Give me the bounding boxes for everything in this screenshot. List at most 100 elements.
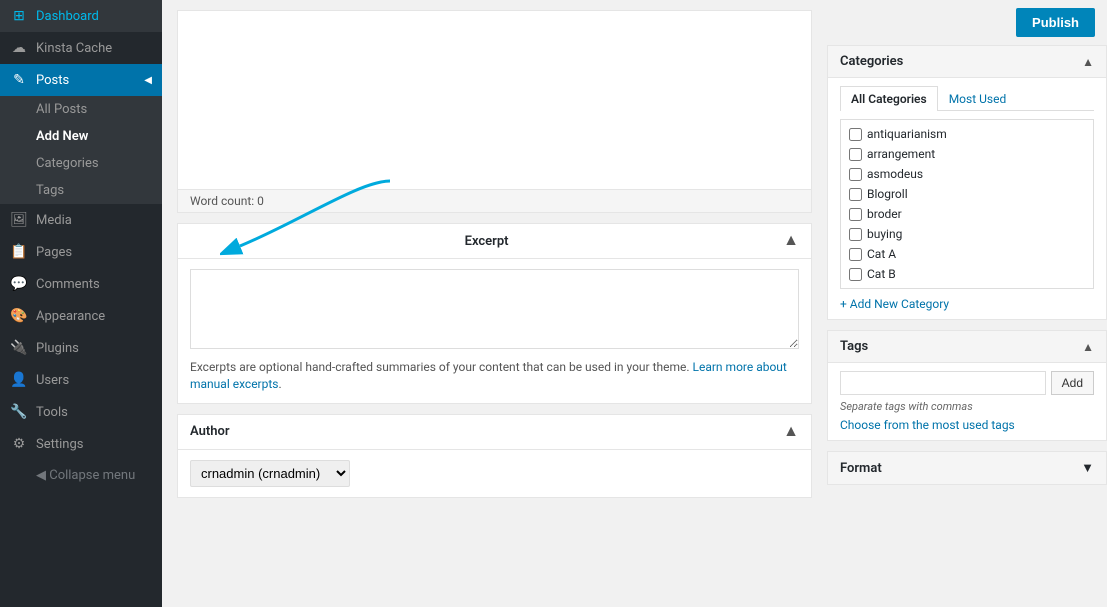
posts-submenu: All Posts Add New Categories Tags	[0, 96, 162, 204]
word-count-bar: Word count: 0	[177, 190, 812, 213]
categories-panel: Categories ▲ All Categories Most Used an…	[827, 45, 1107, 320]
sidebar-item-media[interactable]: 🖼 Media	[0, 204, 162, 236]
category-checkbox-broder[interactable]	[849, 208, 862, 221]
sidebar-item-tools[interactable]: 🔧 Tools	[0, 396, 162, 428]
comments-icon: 💬	[10, 276, 28, 292]
format-header: Format ▼	[827, 451, 1107, 485]
format-title: Format	[840, 461, 882, 476]
tags-hint: Separate tags with commas	[840, 400, 1094, 413]
author-title: Author	[190, 424, 230, 439]
tags-body: Add Separate tags with commas Choose fro…	[828, 363, 1106, 440]
tools-icon: 🔧	[10, 404, 28, 420]
collapse-menu[interactable]: ◀ Collapse menu	[0, 460, 162, 491]
sidebar-item-pages[interactable]: 📋 Pages	[0, 236, 162, 268]
sidebar-item-settings[interactable]: ⚙ Settings	[0, 428, 162, 460]
sidebar-item-label: Comments	[36, 277, 100, 292]
author-box: Author ▲ crnadmin (crnadmin)	[177, 414, 812, 498]
dashboard-icon: ⊞	[10, 8, 28, 24]
sidebar-item-users[interactable]: 👤 Users	[0, 364, 162, 396]
sidebar-item-label: Posts	[36, 73, 69, 88]
tab-all-categories[interactable]: All Categories	[840, 86, 938, 111]
sidebar-item-label: Plugins	[36, 341, 79, 356]
author-header: Author ▲	[178, 415, 811, 450]
collapse-arrow-icon: ◀	[36, 468, 49, 483]
category-checkbox-antiquarianism[interactable]	[849, 128, 862, 141]
posts-arrow-icon: ◀	[144, 75, 152, 86]
publish-button[interactable]: Publish	[1016, 8, 1095, 37]
sidebar-item-appearance[interactable]: 🎨 Appearance	[0, 300, 162, 332]
sidebar-item-label: Media	[36, 213, 72, 228]
settings-icon: ⚙	[10, 436, 28, 452]
category-checkbox-asmodeus[interactable]	[849, 168, 862, 181]
tags-panel: Tags ▲ Add Separate tags with commas Cho…	[827, 330, 1107, 441]
category-checkbox-cat-b[interactable]	[849, 268, 862, 281]
tags-toggle-arrow[interactable]: ▲	[1082, 340, 1094, 354]
word-count-text: Word count: 0	[190, 194, 264, 208]
category-checkbox-blogroll[interactable]	[849, 188, 862, 201]
sidebar-item-label: Appearance	[36, 309, 105, 324]
excerpt-toggle-button[interactable]: ▲	[783, 232, 799, 250]
sidebar-subitem-tags[interactable]: Tags	[0, 177, 162, 204]
sidebar-subitem-add-new[interactable]: Add New	[0, 123, 162, 150]
list-item: Blogroll	[841, 184, 1093, 204]
list-item: Cat A	[841, 244, 1093, 264]
categories-title: Categories	[840, 54, 903, 69]
appearance-icon: 🎨	[10, 308, 28, 324]
list-item: Cat B	[841, 264, 1093, 284]
excerpt-textarea[interactable]	[190, 269, 799, 349]
excerpt-help-text: Excerpts are optional hand-crafted summa…	[190, 360, 690, 374]
publish-bar: Publish	[827, 0, 1107, 45]
users-icon: 👤	[10, 372, 28, 388]
category-label: Blogroll	[867, 187, 908, 201]
category-checkbox-buying[interactable]	[849, 228, 862, 241]
tags-title: Tags	[840, 339, 868, 354]
category-label: Cat A	[867, 247, 896, 261]
tags-input[interactable]	[840, 371, 1046, 395]
sidebar-item-label: Dashboard	[36, 9, 99, 24]
list-item: asmodeus	[841, 164, 1093, 184]
sidebar-item-comments[interactable]: 💬 Comments	[0, 268, 162, 300]
media-icon: 🖼	[10, 212, 28, 228]
author-select[interactable]: crnadmin (crnadmin)	[190, 460, 350, 487]
choose-tags-link[interactable]: Choose from the most used tags	[840, 418, 1094, 432]
sidebar-item-label: Users	[36, 373, 69, 388]
sidebar: ⊞ Dashboard ☁ Kinsta Cache ✎ Posts ◀ All…	[0, 0, 162, 607]
format-toggle-arrow[interactable]: ▼	[1081, 460, 1094, 476]
sidebar-item-plugins[interactable]: 🔌 Plugins	[0, 332, 162, 364]
categories-toggle-arrow[interactable]: ▲	[1082, 55, 1094, 69]
pages-icon: 📋	[10, 244, 28, 260]
add-category-link[interactable]: + Add New Category	[840, 297, 1094, 311]
categories-list: antiquarianism arrangement asmodeus Blog…	[840, 119, 1094, 289]
right-panel: Publish Categories ▲ All Categories Most…	[827, 0, 1107, 607]
sidebar-subitem-categories[interactable]: Categories	[0, 150, 162, 177]
tab-most-used[interactable]: Most Used	[938, 86, 1018, 111]
sidebar-item-kinsta-cache[interactable]: ☁ Kinsta Cache	[0, 32, 162, 64]
category-checkbox-arrangement[interactable]	[849, 148, 862, 161]
format-panel: Format ▼	[827, 451, 1107, 485]
category-label: broder	[867, 207, 902, 221]
tags-add-button[interactable]: Add	[1051, 371, 1094, 395]
author-toggle-button[interactable]: ▲	[783, 423, 799, 441]
excerpt-header: Excerpt ▲	[178, 224, 811, 259]
main-content: Word count: 0 Excerpt ▲	[162, 0, 827, 607]
sidebar-item-label: Kinsta Cache	[36, 41, 112, 56]
category-label: antiquarianism	[867, 127, 947, 141]
category-checkbox-cat-a[interactable]	[849, 248, 862, 261]
sidebar-item-label: Settings	[36, 437, 83, 452]
sidebar-subitem-all-posts[interactable]: All Posts	[0, 96, 162, 123]
category-label: arrangement	[867, 147, 935, 161]
tags-header: Tags ▲	[828, 331, 1106, 363]
sidebar-item-dashboard[interactable]: ⊞ Dashboard	[0, 0, 162, 32]
sidebar-item-posts[interactable]: ✎ Posts ◀	[0, 64, 162, 96]
sidebar-item-label: Pages	[36, 245, 72, 260]
category-label: buying	[867, 227, 902, 241]
kinsta-icon: ☁	[10, 40, 28, 56]
author-body: crnadmin (crnadmin)	[178, 450, 811, 497]
sidebar-item-label: Tools	[36, 405, 68, 420]
editor-area[interactable]	[177, 10, 812, 190]
excerpt-help: Excerpts are optional hand-crafted summa…	[190, 359, 799, 393]
categories-header: Categories ▲	[828, 46, 1106, 78]
excerpt-title: Excerpt	[465, 234, 509, 249]
list-item: arrangement	[841, 144, 1093, 164]
list-item: broder	[841, 204, 1093, 224]
